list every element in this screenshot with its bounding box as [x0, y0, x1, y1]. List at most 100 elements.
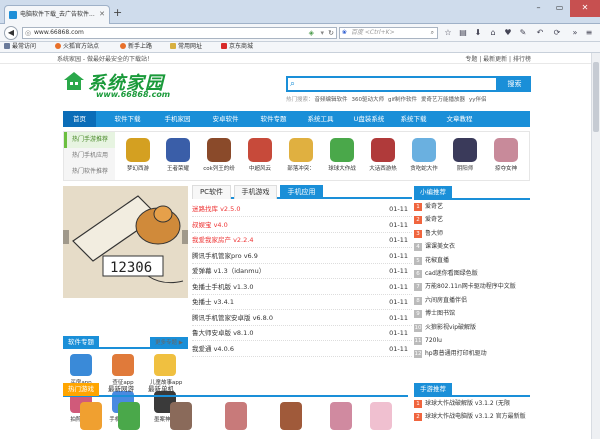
- featured-app[interactable]: 梦幻西游: [122, 138, 154, 172]
- close-window-icon[interactable]: ✕: [570, 0, 600, 17]
- nav-home[interactable]: 首页: [63, 111, 96, 127]
- list-item[interactable]: 迷路找库 v2.5.0 01-11: [192, 202, 412, 217]
- browser-tab[interactable]: 电脑软件下载_去广告软件... ✕: [4, 5, 110, 24]
- list-item[interactable]: 免播士 v3.4.1 01-11: [192, 295, 412, 310]
- scrollbar-thumb[interactable]: [593, 62, 599, 132]
- pocket-icon[interactable]: ♥: [503, 27, 513, 39]
- vertical-scrollbar[interactable]: [591, 53, 600, 439]
- undo-icon[interactable]: ↶: [535, 27, 545, 39]
- featured-app[interactable]: 中超风云: [244, 138, 276, 172]
- menu-hot-apps[interactable]: 热门手机应用: [64, 148, 115, 164]
- list-item[interactable]: 5 花椒直播: [414, 254, 530, 267]
- list-item[interactable]: 2 球球大作战电脑版 v3.1.2 官方最新版: [414, 410, 530, 423]
- list-item[interactable]: 腾讯手机管家安卓版 v6.8.0 01-11: [192, 311, 412, 326]
- download-icon[interactable]: ⬇: [473, 27, 483, 39]
- tab-hot-games[interactable]: 热门游戏: [63, 383, 99, 396]
- list-item[interactable]: 鲁大师安卓版 v8.1.0 01-11: [192, 326, 412, 341]
- site-toplinks[interactable]: 专题 | 最新更新 | 排行榜: [465, 54, 531, 63]
- bookmark-frequent[interactable]: 最常访问: [4, 42, 36, 52]
- list-item[interactable]: 叔娱宝 v4.0 01-11: [192, 218, 412, 233]
- more-icon[interactable]: »: [570, 27, 580, 39]
- tab-mobile-games[interactable]: 手机游戏: [234, 185, 277, 199]
- nav-system-tools[interactable]: 系统工具: [304, 111, 337, 127]
- game-thumb[interactable]: [330, 402, 352, 430]
- list-item[interactable]: 12 hp惠普通用打印机驱动: [414, 347, 530, 360]
- list-item[interactable]: 8 六间房直播伴侣: [414, 294, 530, 307]
- url-bar[interactable]: ◎ www.66868.com ◈ ▾ ↻: [22, 27, 337, 39]
- nav-software[interactable]: 软件下载: [111, 111, 144, 127]
- hot-term[interactable]: gif制作软件: [388, 97, 417, 103]
- list-item[interactable]: 7 万能802.11n网卡驱动程序中文版: [414, 280, 530, 293]
- site-search-input[interactable]: ⌕: [286, 76, 498, 92]
- game-thumb[interactable]: [170, 402, 192, 430]
- star-icon[interactable]: ☆: [443, 27, 453, 39]
- list-item[interactable]: 1 球球大作战破解版 v3.1.2 (无限: [414, 397, 530, 410]
- promo-banner[interactable]: 12306: [63, 186, 188, 298]
- special-item[interactable]: 儿童故事app: [150, 354, 182, 386]
- tab-new-single[interactable]: 最新单机: [143, 383, 179, 396]
- site-search-button[interactable]: 搜索: [498, 76, 531, 92]
- sync-icon[interactable]: ⟳: [552, 27, 562, 39]
- bookmark-common[interactable]: 常用网址: [170, 42, 202, 52]
- featured-app[interactable]: 球球大作战: [326, 138, 358, 172]
- featured-app[interactable]: cok列王的纷: [203, 138, 235, 172]
- featured-app[interactable]: 部落冲突：: [285, 138, 317, 172]
- special-item[interactable]: 买房app: [66, 354, 96, 386]
- tab-mobile-apps[interactable]: 手机应用: [280, 185, 323, 199]
- list-item[interactable]: 6 cad迷你看图绿色版: [414, 267, 530, 280]
- tab-pc-software[interactable]: PC软件: [192, 185, 231, 199]
- special-item[interactable]: 查征app: [108, 354, 138, 386]
- featured-app[interactable]: 阴阳师: [449, 138, 481, 172]
- featured-app[interactable]: 掠夺女神: [490, 138, 522, 172]
- featured-app[interactable]: 王者荣耀: [162, 138, 194, 172]
- list-item[interactable]: 免播士手机版 v1.3.0 01-11: [192, 280, 412, 295]
- tab-new-online[interactable]: 最新网游: [103, 383, 139, 396]
- game-thumb[interactable]: [118, 402, 140, 430]
- browser-search-field[interactable]: ❀ 百度 <Ctrl+K> ⌕: [339, 27, 438, 39]
- hot-term[interactable]: 爱奇艺万能播放器: [421, 97, 465, 103]
- list-item[interactable]: 我爱我家房产 v2.2.4 01-11: [192, 233, 412, 248]
- reload-icon[interactable]: ↻: [328, 28, 334, 38]
- list-item[interactable]: 1 爱奇艺: [414, 200, 530, 213]
- hot-term[interactable]: 音频编辑软件: [315, 97, 348, 103]
- minimize-icon[interactable]: –: [528, 0, 549, 17]
- new-tab-icon[interactable]: +: [113, 7, 122, 18]
- bookmark-jd[interactable]: 京东商城: [221, 42, 253, 52]
- list-item[interactable]: 腾讯手机管家pro v6.9 01-11: [192, 249, 412, 264]
- nav-mobile[interactable]: 手机家园: [161, 111, 194, 127]
- search-icon[interactable]: ⌕: [431, 28, 434, 38]
- list-item[interactable]: 我爱通 v4.0.6 01-11: [192, 342, 412, 357]
- list-item[interactable]: 4 课课美女衣: [414, 240, 530, 253]
- menu-hot-games[interactable]: 热门手游推荐: [64, 132, 115, 148]
- featured-app[interactable]: 大话西游热: [367, 138, 399, 172]
- nav-android[interactable]: 安卓软件: [209, 111, 242, 127]
- list-item[interactable]: 10 火狼影视vip破解版: [414, 321, 530, 334]
- nav-system-download[interactable]: 系统下载: [397, 111, 430, 127]
- list-item[interactable]: 11 720lu: [414, 334, 530, 347]
- list-item[interactable]: 9 博士图书馆: [414, 307, 530, 320]
- banner-next-icon[interactable]: [182, 230, 188, 244]
- maximize-icon[interactable]: ▭: [549, 0, 570, 17]
- list-item[interactable]: 2 爱奇艺: [414, 213, 530, 226]
- more-topics-link[interactable]: 更多专题 ▶: [150, 337, 188, 349]
- bookmark-firefox[interactable]: 火狐官方站点: [55, 42, 99, 52]
- reading-list-icon[interactable]: ▤: [458, 27, 468, 39]
- hot-term[interactable]: 360驱动大师: [352, 97, 385, 103]
- list-item[interactable]: 爱弹幕 v1.3（idanmu） 01-11: [192, 264, 412, 279]
- list-item[interactable]: 3 鲁大师: [414, 227, 530, 240]
- game-thumb[interactable]: [280, 402, 302, 430]
- banner-prev-icon[interactable]: [63, 230, 69, 244]
- bookmark-newbie[interactable]: 新手上路: [120, 42, 152, 52]
- nav-articles[interactable]: 文章教程: [443, 111, 476, 127]
- menu-icon[interactable]: ≡: [584, 27, 594, 39]
- menu-hot-software[interactable]: 热门软件推荐: [64, 164, 115, 180]
- nav-topics[interactable]: 软件专题: [257, 111, 290, 127]
- tab-close-icon[interactable]: ✕: [99, 6, 105, 23]
- home-icon[interactable]: ⌂: [488, 27, 498, 39]
- game-thumb[interactable]: [80, 402, 102, 430]
- dropdown-icon[interactable]: ▾: [320, 28, 324, 38]
- hot-term[interactable]: yy伴侣: [469, 97, 487, 103]
- pen-icon[interactable]: ✎: [518, 27, 528, 39]
- nav-usb-install[interactable]: U盘装系统: [349, 111, 389, 127]
- featured-app[interactable]: 贪吃蛇大作: [408, 138, 440, 172]
